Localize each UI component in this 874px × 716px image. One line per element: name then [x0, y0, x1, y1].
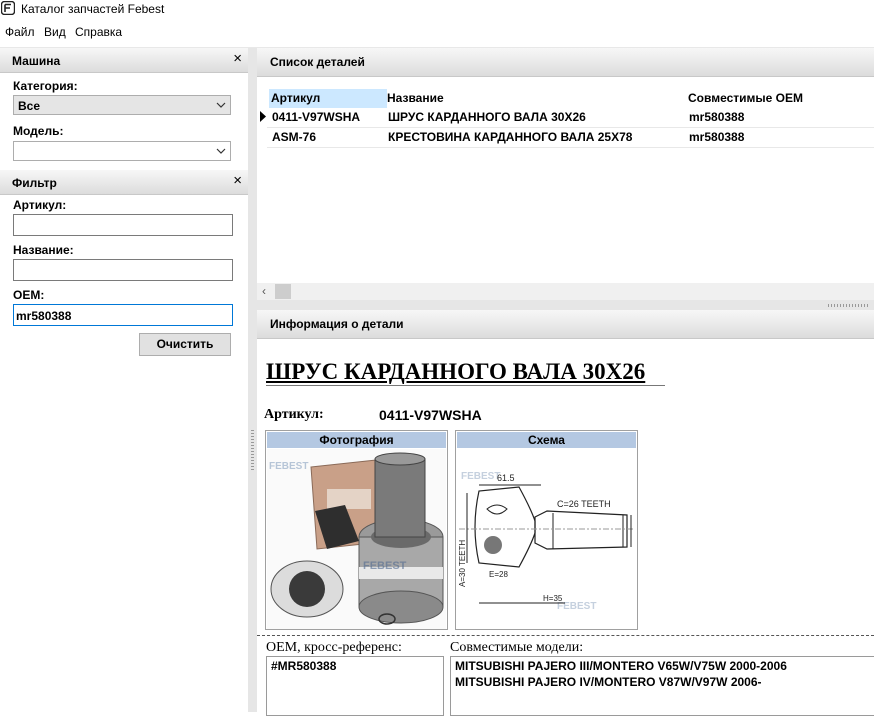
filter-panel-close-icon[interactable]: ×: [233, 173, 242, 189]
scheme-dim-h: H=35: [543, 594, 563, 603]
filter-panel-header: Фильтр ×: [0, 170, 248, 195]
oem-cross-value: #MR580388: [271, 659, 337, 673]
menu-view[interactable]: Вид: [42, 25, 68, 39]
scheme-dim-e: E=28: [489, 570, 508, 579]
model-label: Модель:: [13, 124, 64, 138]
model-select[interactable]: [13, 141, 231, 161]
cell-name[interactable]: ШРУС КАРДАННОГО ВАЛА 30X26: [388, 108, 586, 127]
row-divider: [267, 147, 874, 148]
horizontal-splitter[interactable]: [257, 300, 874, 310]
machine-panel-close-icon[interactable]: ×: [233, 51, 242, 67]
cell-name[interactable]: КРЕСТОВИНА КАРДАННОГО ВАЛА 25X78: [388, 128, 632, 147]
cell-oem[interactable]: mr580388: [689, 128, 744, 147]
part-info-title: Информация о детали: [270, 317, 404, 331]
compatible-models-box[interactable]: MITSUBISHI PAJERO III/MONTERO V65W/V75W …: [450, 656, 874, 716]
clear-button[interactable]: Очистить: [139, 333, 231, 356]
menu-help[interactable]: Справка: [73, 25, 124, 39]
compatible-model-item: MITSUBISHI PAJERO IV/MONTERO V87W/V97W 2…: [455, 675, 762, 689]
parts-list-title: Список деталей: [270, 55, 365, 69]
column-header-name[interactable]: Название: [387, 89, 685, 108]
title-bar: Каталог запчастей Febest: [0, 0, 874, 20]
part-article-value: 0411-V97WSHA: [379, 407, 482, 423]
scheme-dim-teeth-a: A=30 TEETH: [458, 540, 467, 587]
compatible-model-item: MITSUBISHI PAJERO III/MONTERO V65W/V75W …: [455, 659, 787, 673]
splitter-grip-icon[interactable]: [828, 304, 868, 307]
category-select[interactable]: Все: [13, 95, 231, 115]
menu-file[interactable]: Файл: [3, 25, 37, 39]
photo-box: Фотография FEBEST FEBEST: [265, 430, 448, 630]
name-label: Название:: [13, 243, 74, 257]
category-value: Все: [18, 99, 41, 113]
row-selector-arrow-icon: [260, 111, 266, 122]
svg-text:FEBEST: FEBEST: [269, 461, 308, 472]
oem-input[interactable]: mr580388: [13, 304, 233, 326]
machine-panel-header: Машина ×: [0, 48, 248, 73]
scheme-dim-length: 61.5: [497, 473, 515, 483]
part-info-header: Информация о детали: [257, 310, 874, 339]
cell-oem[interactable]: mr580388: [689, 108, 744, 127]
category-label: Категория:: [13, 79, 78, 93]
part-photo[interactable]: FEBEST FEBEST: [267, 449, 446, 629]
oem-cross-label: OEM, кросс-референс:: [266, 640, 402, 655]
name-input[interactable]: [13, 259, 233, 281]
heading-underline: [266, 385, 665, 386]
scroll-left-icon[interactable]: ‹: [262, 284, 266, 298]
oem-input-value: mr580388: [16, 309, 72, 323]
machine-panel-title: Машина: [12, 54, 61, 68]
left-panel: Машина × Категория: Все Модель: Фильтр ×…: [0, 48, 248, 712]
parts-list-header: Список деталей: [257, 48, 874, 77]
filter-panel-title: Фильтр: [12, 176, 57, 190]
article-input[interactable]: [13, 214, 233, 236]
part-article-label: Артикул:: [264, 407, 324, 422]
svg-text:FEBEST: FEBEST: [461, 471, 500, 482]
part-scheme[interactable]: FEBEST FEBEST 61.5 C=26 TEETH A=30 TEETH…: [457, 449, 636, 629]
part-info-panel: ШРУС КАРДАННОГО ВАЛА 30X26 Артикул: 0411…: [257, 339, 874, 716]
scroll-thumb[interactable]: [275, 284, 291, 299]
menu-bar: Файл Вид Справка: [0, 20, 874, 48]
photo-caption: Фотография: [267, 432, 446, 448]
scheme-box: Схема FEBEST FEBEST 61.5 C=26 TEETH A=30…: [455, 430, 638, 630]
febest-logo-icon: [1, 1, 15, 15]
chevron-down-icon: [216, 148, 226, 154]
vertical-splitter[interactable]: [248, 48, 257, 712]
parts-grid: Артикул Название Совместимые OEM 0411-V9…: [257, 77, 874, 283]
article-label: Артикул:: [13, 198, 67, 212]
oem-cross-box[interactable]: #MR580388: [266, 656, 444, 716]
cell-article[interactable]: 0411-V97WSHA: [272, 108, 360, 127]
oem-label: OEM:: [13, 288, 45, 302]
section-divider: [257, 635, 874, 636]
scheme-dim-teeth-c: C=26 TEETH: [557, 499, 611, 509]
svg-text:FEBEST: FEBEST: [363, 560, 407, 572]
scheme-caption: Схема: [457, 432, 636, 448]
part-name-heading: ШРУС КАРДАННОГО ВАЛА 30X26: [266, 359, 646, 384]
cell-article[interactable]: ASM-76: [272, 128, 316, 147]
compatible-models-label: Совместимые модели:: [450, 640, 584, 655]
window-title: Каталог запчастей Febest: [21, 2, 165, 16]
splitter-grip-icon[interactable]: [251, 430, 254, 470]
column-header-oem[interactable]: Совместимые OEM: [688, 89, 874, 108]
column-header-article[interactable]: Артикул: [269, 89, 387, 108]
chevron-down-icon: [216, 102, 226, 108]
horizontal-scrollbar[interactable]: ‹: [257, 283, 874, 300]
